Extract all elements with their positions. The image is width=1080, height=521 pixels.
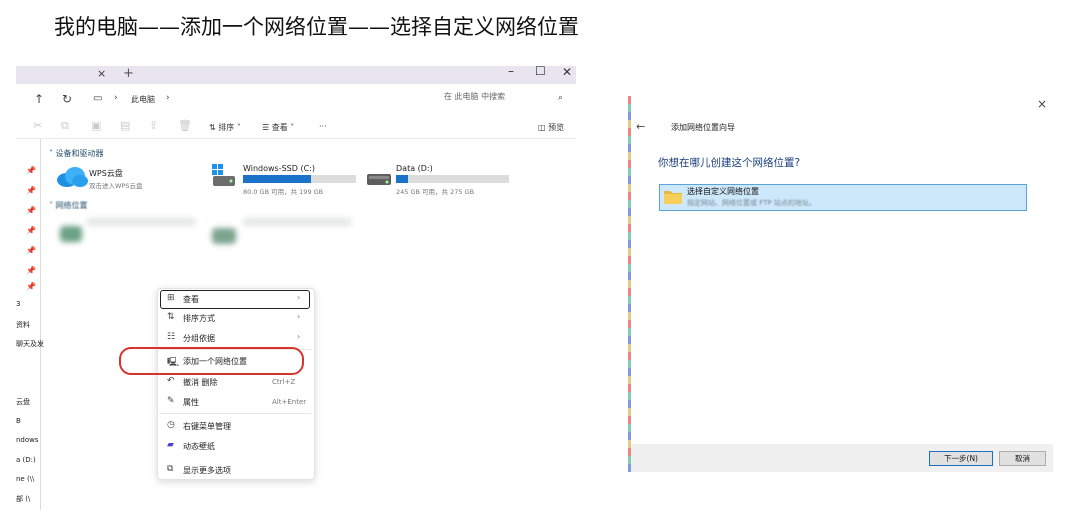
context-item-undo[interactable]: 撤消 删除 bbox=[183, 377, 218, 388]
network-drive-icon bbox=[60, 226, 82, 242]
drive-subtitle: 245 GB 可用，共 275 GB bbox=[396, 188, 475, 196]
context-item-menu-manager[interactable]: 右键菜单管理 bbox=[183, 421, 231, 432]
context-item-sort[interactable]: 排序方式 bbox=[183, 313, 215, 324]
minimize-button[interactable]: – bbox=[508, 66, 514, 78]
back-arrow-icon[interactable]: ← bbox=[636, 120, 645, 133]
maximize-button[interactable]: ☐ bbox=[535, 66, 546, 78]
close-icon[interactable]: × bbox=[1037, 97, 1047, 111]
next-button[interactable]: 下一步(N) bbox=[929, 451, 993, 466]
up-arrow-icon[interactable]: ↑ bbox=[34, 92, 44, 106]
sidebar-item[interactable]: 云盘 bbox=[16, 397, 30, 407]
search-icon[interactable]: ⌕ bbox=[558, 93, 563, 103]
context-item-view[interactable]: 查看 bbox=[183, 294, 199, 305]
chevron-right-icon: › bbox=[297, 312, 301, 321]
sidebar-item[interactable]: 资料 bbox=[16, 320, 30, 330]
grid-icon: ⊞ bbox=[167, 293, 175, 303]
delete-icon[interactable]: 🗑 bbox=[178, 119, 192, 132]
more-button[interactable]: ··· bbox=[319, 122, 327, 131]
pin-icon: 📌 bbox=[26, 266, 36, 275]
context-separator bbox=[159, 413, 311, 414]
sidebar-item[interactable]: 3 bbox=[16, 300, 20, 308]
folder-icon bbox=[663, 188, 683, 205]
context-item-properties[interactable]: 属性 bbox=[183, 397, 199, 408]
network-drive-icon bbox=[212, 228, 236, 244]
drive-usage-bar bbox=[396, 175, 509, 183]
context-item-wallpaper[interactable]: 动态壁纸 bbox=[183, 441, 215, 452]
group-header-network[interactable]: ˅ 网络位置 bbox=[49, 200, 88, 211]
sidebar-item[interactable]: B bbox=[16, 417, 21, 425]
group-devices-label: 设备和驱动器 bbox=[55, 149, 104, 158]
refresh-icon[interactable]: ↻ bbox=[62, 92, 72, 106]
undo-icon: ↶ bbox=[167, 376, 175, 386]
windows-drive-icon bbox=[211, 164, 237, 188]
highlight-ring bbox=[119, 347, 304, 375]
sort-label: 排序 bbox=[218, 123, 235, 132]
copy-icon[interactable]: ⧉ bbox=[61, 119, 69, 133]
sidebar-item[interactable]: 部 (\ bbox=[16, 494, 30, 504]
cloud-icon bbox=[56, 166, 88, 188]
shortcut-label: Ctrl+Z bbox=[272, 378, 296, 386]
monitor-icon: ▭ bbox=[93, 93, 103, 104]
pin-icon: 📌 bbox=[26, 206, 36, 215]
chevron-right-icon: › bbox=[297, 293, 301, 302]
add-network-location-wizard bbox=[629, 96, 1053, 472]
more-options-icon: ⧉ bbox=[167, 464, 174, 474]
pin-icon: 📌 bbox=[26, 166, 36, 175]
drive-name[interactable]: Data (D:) bbox=[396, 164, 433, 173]
network-drive-redacted bbox=[242, 218, 352, 226]
cut-icon[interactable]: ✂ bbox=[33, 119, 42, 132]
chevron-right-icon[interactable]: › bbox=[166, 93, 170, 103]
preview-button[interactable]: ◫ 预览 bbox=[538, 122, 564, 133]
sidebar-item[interactable]: 聊天及发 bbox=[16, 339, 44, 349]
cancel-button[interactable]: 取消 bbox=[999, 451, 1046, 466]
drive-usage-bar bbox=[243, 175, 356, 183]
pin-icon: 📌 bbox=[26, 186, 36, 195]
properties-icon: ✎ bbox=[167, 396, 175, 406]
sidebar-item[interactable]: a (D:) bbox=[16, 456, 36, 464]
chevron-right-icon: › bbox=[114, 93, 118, 103]
view-button[interactable]: ☰ 查看 ˅ bbox=[262, 122, 294, 133]
context-item-more-options[interactable]: 显示更多选项 bbox=[183, 465, 231, 476]
rename-icon[interactable]: ▤ bbox=[120, 119, 130, 132]
network-drive-redacted bbox=[86, 218, 196, 226]
sort-icon: ⇅ bbox=[167, 312, 175, 322]
new-tab-button[interactable]: + bbox=[123, 66, 134, 81]
drive-name[interactable]: WPS云盘 bbox=[89, 168, 123, 179]
drive-subtitle: 80.0 GB 可用，共 199 GB bbox=[243, 188, 324, 196]
drive-subtitle: 双击进入WPS云盘 bbox=[89, 182, 143, 190]
context-item-group[interactable]: 分组依据 bbox=[183, 333, 215, 344]
sort-button[interactable]: ⇅ 排序 ˅ bbox=[209, 122, 241, 133]
pin-icon: 📌 bbox=[26, 246, 36, 255]
chevron-right-icon: › bbox=[297, 332, 301, 341]
page-heading: 我的电脑——添加一个网络位置——选择自定义网络位置 bbox=[54, 15, 579, 39]
background-edge bbox=[628, 96, 631, 472]
shortcut-label: Alt+Enter bbox=[272, 398, 307, 406]
option-description: 指定网站、网络位置或 FTP 站点的地址。 bbox=[687, 199, 816, 207]
share-icon[interactable]: ⇪ bbox=[149, 119, 158, 132]
preview-label: 预览 bbox=[548, 123, 565, 132]
sidebar-item[interactable]: ndows bbox=[16, 436, 39, 444]
sidebar-item[interactable]: ne (\\ bbox=[16, 475, 34, 483]
drive-name[interactable]: Windows-SSD (C:) bbox=[243, 164, 315, 173]
wizard-title: 添加网络位置向导 bbox=[671, 123, 735, 132]
group-header-devices[interactable]: ˅ 设备和驱动器 bbox=[49, 148, 104, 159]
view-label: 查看 bbox=[271, 123, 288, 132]
option-title[interactable]: 选择自定义网络位置 bbox=[687, 186, 759, 197]
drive-usage-fill bbox=[243, 175, 311, 183]
search-input[interactable]: 在 此电脑 中搜索 bbox=[444, 91, 574, 106]
group-network-label: 网络位置 bbox=[55, 201, 88, 210]
group-icon: ☷ bbox=[167, 332, 176, 342]
hard-drive-icon bbox=[366, 170, 392, 188]
drive-usage-fill bbox=[396, 175, 409, 183]
close-window-button[interactable]: ✕ bbox=[562, 66, 572, 79]
wallpaper-icon: ▰ bbox=[167, 440, 174, 450]
pin-icon: 📌 bbox=[26, 282, 36, 291]
wizard-question: 你想在哪儿创建这个网络位置? bbox=[658, 157, 801, 169]
pin-icon: 📌 bbox=[26, 226, 36, 235]
breadcrumb[interactable]: 此电脑 bbox=[131, 94, 155, 105]
tab-close-button[interactable]: × bbox=[97, 67, 106, 80]
paste-icon[interactable]: ▣ bbox=[91, 119, 101, 132]
menu-manager-icon: ◷ bbox=[167, 420, 175, 430]
